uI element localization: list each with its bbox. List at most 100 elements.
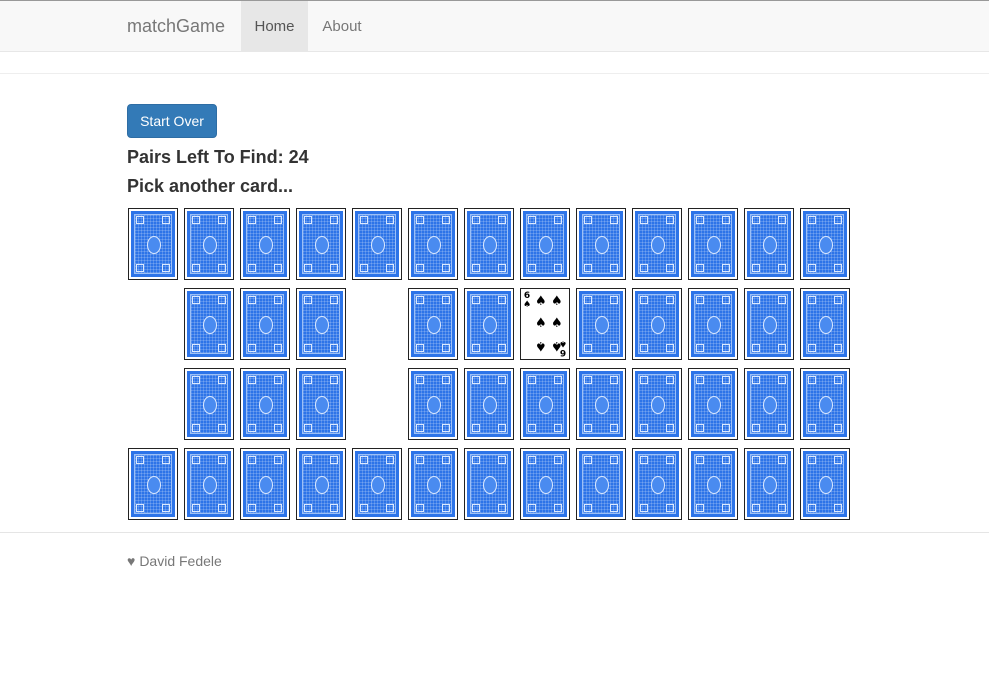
- card-back-pattern: [803, 451, 847, 517]
- face-down-card[interactable]: [240, 208, 290, 280]
- face-down-card[interactable]: [576, 288, 626, 360]
- card-row: [128, 207, 854, 287]
- face-down-card[interactable]: [744, 288, 794, 360]
- face-down-card[interactable]: [688, 288, 738, 360]
- face-down-card[interactable]: [408, 368, 458, 440]
- card-board: 6 ♠ 6 ♠ ♠ ♠ ♠ ♠ ♠ ♠: [128, 207, 854, 527]
- card-back-pattern: [803, 371, 847, 437]
- face-down-card[interactable]: [184, 288, 234, 360]
- spade-icon: ♠: [551, 338, 563, 353]
- face-down-card[interactable]: [632, 448, 682, 520]
- card-back-pattern: [691, 211, 735, 277]
- face-down-card[interactable]: [576, 208, 626, 280]
- face-down-card[interactable]: [688, 368, 738, 440]
- face-down-card[interactable]: [240, 368, 290, 440]
- face-down-card[interactable]: [520, 448, 570, 520]
- face-down-card[interactable]: [296, 448, 346, 520]
- card-back-pattern: [635, 371, 679, 437]
- face-down-card[interactable]: [184, 368, 234, 440]
- card-back-pattern: [243, 451, 287, 517]
- face-down-card[interactable]: [800, 288, 850, 360]
- face-down-card[interactable]: [464, 448, 514, 520]
- face-down-card[interactable]: [464, 288, 514, 360]
- card-back-pattern: [299, 211, 343, 277]
- face-down-card[interactable]: [576, 368, 626, 440]
- status-text: Pick another card...: [127, 176, 294, 196]
- card-back-pattern: [747, 371, 791, 437]
- face-down-card[interactable]: [464, 208, 514, 280]
- pairs-left-text: Pairs Left To Find: 24: [127, 147, 309, 167]
- card-back-pattern: [243, 211, 287, 277]
- face-down-card[interactable]: [520, 368, 570, 440]
- face-down-card[interactable]: [632, 288, 682, 360]
- face-down-card[interactable]: [184, 208, 234, 280]
- card-back-pattern: [635, 451, 679, 517]
- card-face: 6 ♠ 6 ♠ ♠ ♠ ♠ ♠ ♠ ♠: [523, 291, 567, 357]
- face-down-card[interactable]: [128, 448, 178, 520]
- face-down-card[interactable]: [576, 448, 626, 520]
- face-down-card[interactable]: [744, 208, 794, 280]
- spade-icon: ♠: [535, 294, 547, 309]
- card-back-pattern: [467, 211, 511, 277]
- footer-divider: [0, 532, 989, 533]
- card-back-pattern: [747, 291, 791, 357]
- heart-icon: ♥: [127, 553, 136, 569]
- card-back-pattern: [187, 291, 231, 357]
- card-back-pattern: [187, 371, 231, 437]
- card-back-pattern: [131, 211, 175, 277]
- card-back-pattern: [691, 451, 735, 517]
- card-back-pattern: [243, 291, 287, 357]
- face-down-card[interactable]: [240, 448, 290, 520]
- face-down-card[interactable]: [464, 368, 514, 440]
- card-back-pattern: [579, 291, 623, 357]
- card-back-pattern: [243, 371, 287, 437]
- face-down-card[interactable]: [296, 368, 346, 440]
- face-down-card[interactable]: [632, 368, 682, 440]
- nav-about[interactable]: About: [308, 1, 376, 52]
- face-down-card[interactable]: [632, 208, 682, 280]
- card-back-pattern: [411, 451, 455, 517]
- matched-card-slot: [352, 288, 402, 360]
- face-down-card[interactable]: [408, 208, 458, 280]
- card-back-pattern: [187, 451, 231, 517]
- spade-icon: ♠: [523, 300, 532, 310]
- face-down-card[interactable]: [520, 208, 570, 280]
- card-back-pattern: [691, 371, 735, 437]
- card-back-pattern: [691, 291, 735, 357]
- brand-link[interactable]: matchGame: [127, 1, 225, 52]
- face-down-card[interactable]: [408, 448, 458, 520]
- card-back-pattern: [467, 451, 511, 517]
- face-down-card[interactable]: [352, 448, 402, 520]
- face-down-card[interactable]: [296, 288, 346, 360]
- face-down-card[interactable]: [800, 208, 850, 280]
- card-back-pattern: [635, 291, 679, 357]
- card-back-pattern: [579, 371, 623, 437]
- face-down-card[interactable]: [352, 208, 402, 280]
- revealed-card: 6 ♠ 6 ♠ ♠ ♠ ♠ ♠ ♠ ♠: [520, 288, 570, 360]
- spade-icon: ♠: [551, 316, 563, 331]
- face-down-card[interactable]: [800, 368, 850, 440]
- card-back-pattern: [467, 291, 511, 357]
- face-down-card[interactable]: [800, 448, 850, 520]
- face-down-card[interactable]: [128, 208, 178, 280]
- face-down-card[interactable]: [688, 208, 738, 280]
- face-down-card[interactable]: [744, 368, 794, 440]
- matched-card-slot: [352, 368, 402, 440]
- nav-home[interactable]: Home: [241, 1, 308, 52]
- face-down-card[interactable]: [408, 288, 458, 360]
- author-name: David Fedele: [139, 553, 222, 569]
- face-down-card[interactable]: [744, 448, 794, 520]
- card-back-pattern: [803, 291, 847, 357]
- face-down-card[interactable]: [296, 208, 346, 280]
- spade-icon: ♠: [551, 294, 563, 309]
- face-down-card[interactable]: [240, 288, 290, 360]
- card-back-pattern: [411, 371, 455, 437]
- footer: ♥ David Fedele: [127, 553, 222, 569]
- card-back-pattern: [131, 451, 175, 517]
- card-back-pattern: [467, 371, 511, 437]
- start-over-button[interactable]: Start Over: [127, 104, 217, 138]
- face-down-card[interactable]: [688, 448, 738, 520]
- card-back-pattern: [187, 211, 231, 277]
- face-down-card[interactable]: [184, 448, 234, 520]
- card-back-pattern: [635, 211, 679, 277]
